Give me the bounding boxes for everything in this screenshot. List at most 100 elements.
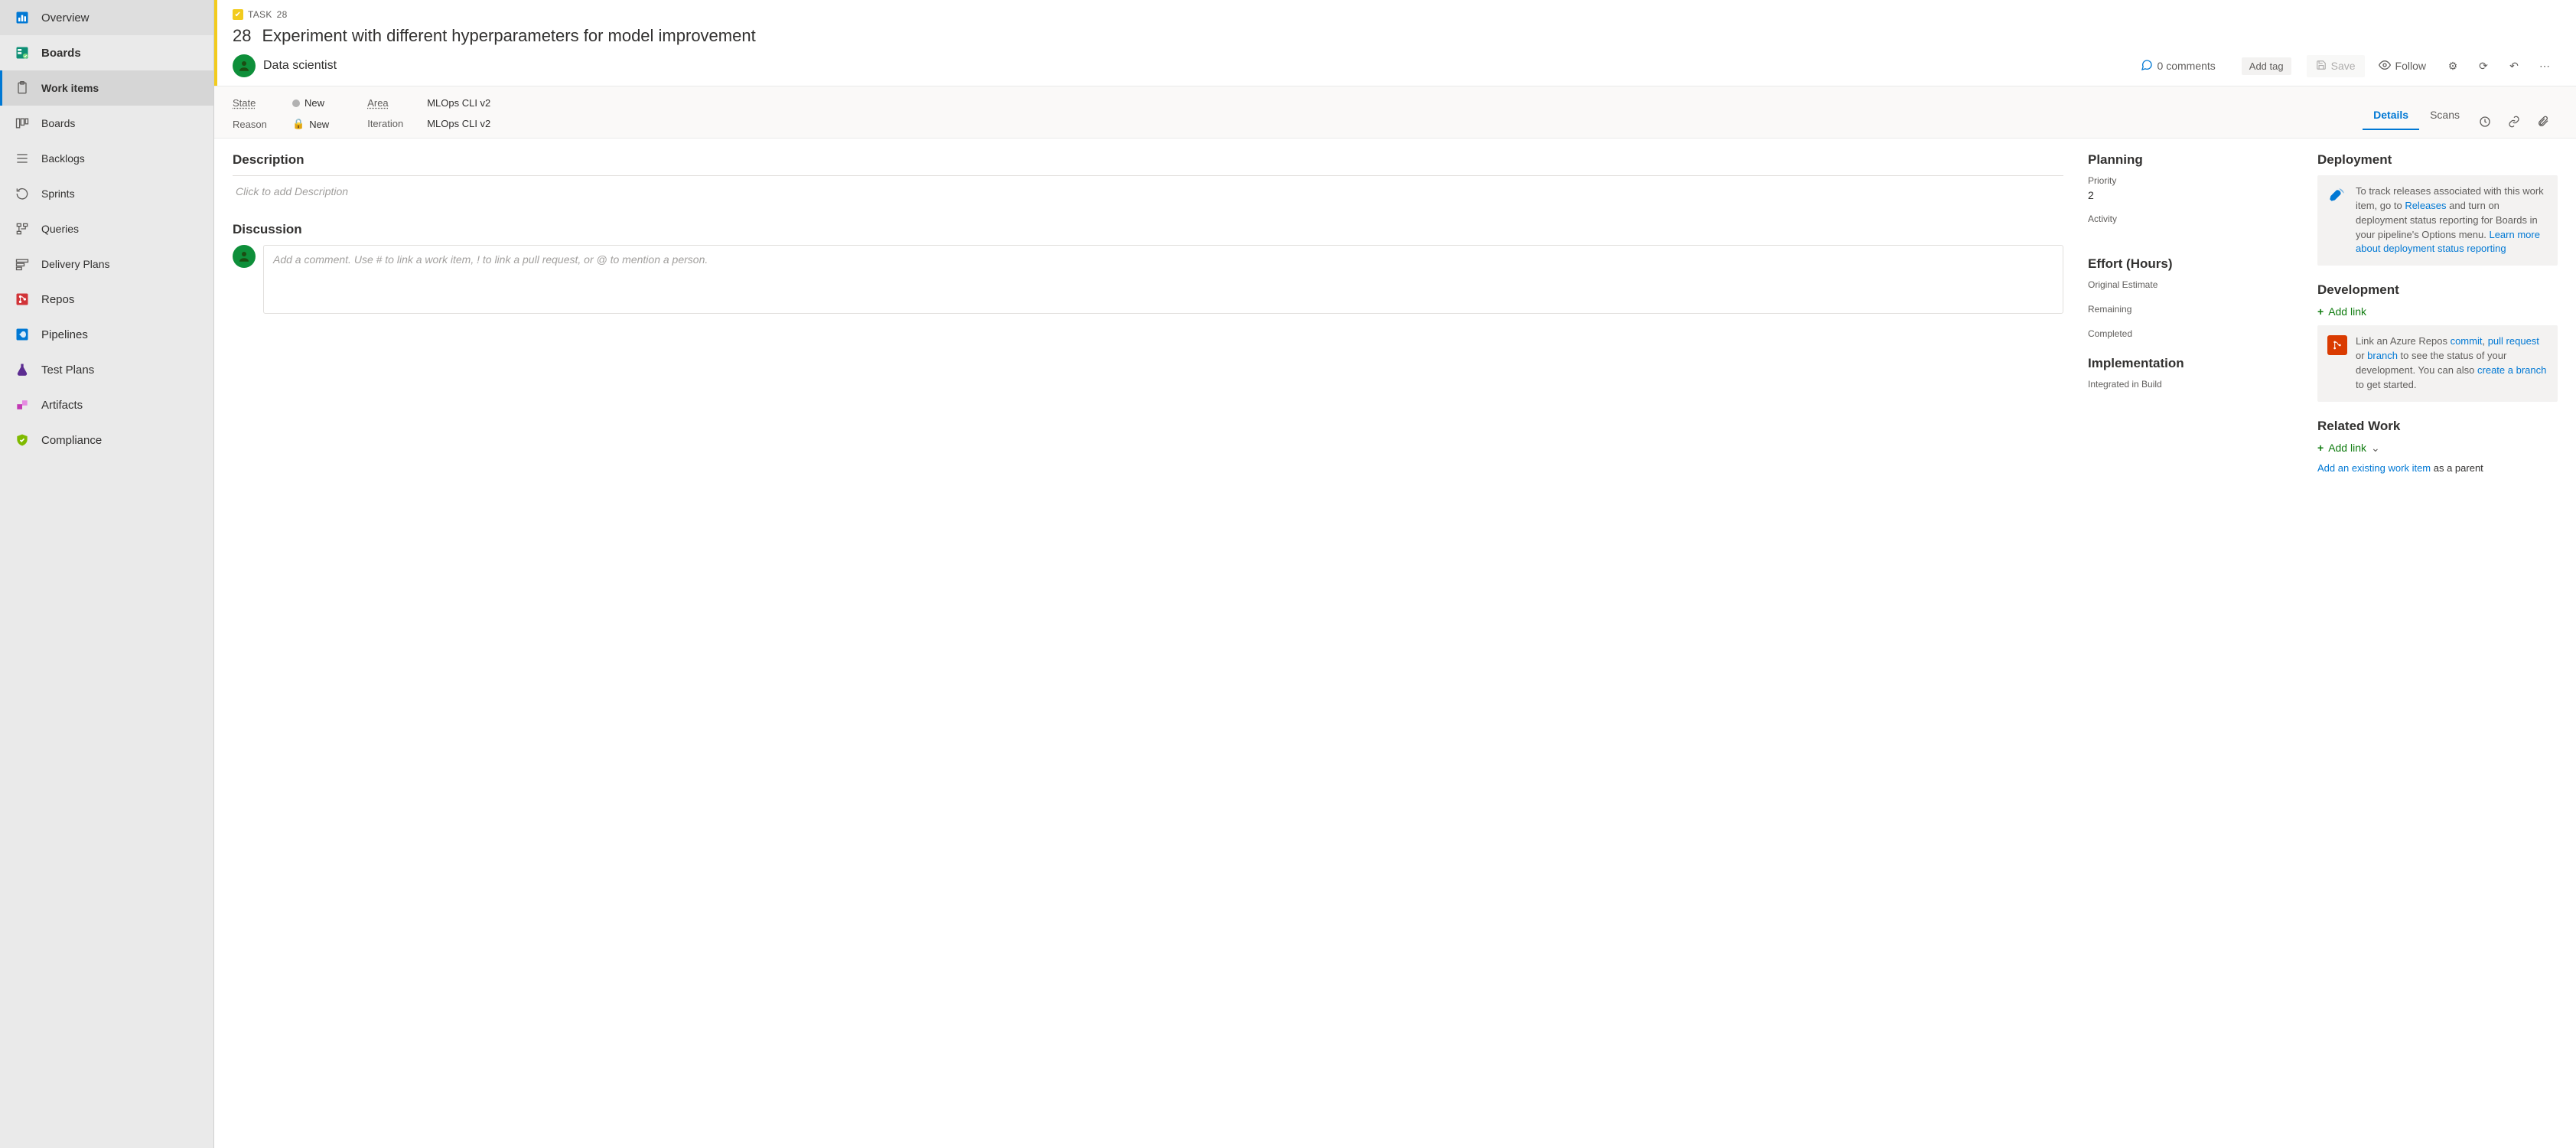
tab-scans[interactable]: Scans	[2419, 101, 2470, 130]
attachment-icon	[2537, 116, 2549, 130]
task-type-label: TASK	[248, 9, 272, 20]
ellipsis-icon: ⋯	[2539, 60, 2550, 73]
iteration-value: MLOps CLI v2	[427, 118, 490, 129]
add-link-label: Add link	[2328, 305, 2366, 318]
integrated-in-build-label[interactable]: Integrated in Build	[2088, 379, 2293, 390]
create-branch-link[interactable]: create a branch	[2477, 364, 2546, 376]
reason-field[interactable]: Reason 🔒 New	[233, 118, 329, 130]
settings-button[interactable]: ⚙	[2440, 54, 2466, 78]
tabs-strip: Details Scans	[2363, 99, 2558, 130]
assignee[interactable]: Data scientist	[233, 54, 337, 77]
nav-backlogs[interactable]: Backlogs	[0, 141, 213, 176]
refresh-button[interactable]: ⟳	[2470, 54, 2496, 78]
nav-sprints[interactable]: Sprints	[0, 176, 213, 211]
nav-pipelines[interactable]: Pipelines	[0, 317, 213, 352]
rocket-icon	[2327, 184, 2348, 206]
deployment-info-box: To track releases associated with this w…	[2317, 175, 2558, 266]
header-actions: Save Follow ⚙ ⟳ ↶ ⋯	[2307, 54, 2558, 78]
nav-boards[interactable]: Boards	[0, 35, 213, 70]
discussion-input[interactable]: Add a comment. Use # to link a work item…	[263, 245, 2063, 314]
commit-link[interactable]: commit	[2451, 335, 2483, 347]
tab-attachments[interactable]	[2529, 116, 2558, 130]
follow-label: Follow	[2395, 60, 2426, 72]
deployment-title: Deployment	[2317, 152, 2558, 168]
nav-boards-child-label: Boards	[41, 117, 75, 129]
nav-artifacts-label: Artifacts	[41, 399, 83, 412]
add-existing-work-item-link[interactable]: Add an existing work item	[2317, 462, 2431, 474]
refresh-icon: ⟳	[2479, 60, 2488, 73]
follow-button[interactable]: Follow	[2369, 54, 2435, 78]
pull-request-link[interactable]: pull request	[2488, 335, 2539, 347]
work-item-panel: ✔ TASK 28 28 Experiment with different h…	[214, 0, 2576, 1148]
overview-icon	[14, 9, 31, 26]
artifacts-icon	[14, 396, 31, 413]
sprints-icon	[14, 185, 31, 202]
comments-count: 0 comments	[2158, 60, 2216, 72]
related-add-link-label: Add link	[2328, 442, 2366, 454]
completed-label[interactable]: Completed	[2088, 328, 2293, 339]
comments-button[interactable]: 0 comments	[2141, 59, 2216, 73]
nav-artifacts[interactable]: Artifacts	[0, 387, 213, 422]
backlogs-icon	[14, 150, 31, 167]
undo-icon: ↶	[2509, 60, 2519, 73]
dev-sep-1: ,	[2482, 335, 2487, 347]
info-row: Data scientist 0 comments Add tag Save	[233, 54, 2558, 78]
avatar-icon	[233, 54, 256, 77]
branch-icon	[2327, 334, 2348, 356]
nav-compliance[interactable]: Compliance	[0, 422, 213, 458]
iteration-field[interactable]: Iteration MLOps CLI v2	[367, 118, 490, 129]
nav-queries[interactable]: Queries	[0, 211, 213, 246]
branch-link[interactable]: branch	[2367, 350, 2398, 361]
tab-details[interactable]: Details	[2363, 101, 2419, 130]
assignee-name: Data scientist	[263, 59, 337, 73]
effort-title: Effort (Hours)	[2088, 256, 2293, 272]
priority-label: Priority	[2088, 175, 2293, 186]
more-actions-button[interactable]: ⋯	[2532, 54, 2558, 78]
nav-delivery-plans[interactable]: Delivery Plans	[0, 246, 213, 282]
state-field[interactable]: State New	[233, 97, 329, 109]
nav-delivery-plans-label: Delivery Plans	[41, 258, 109, 270]
add-tag-button[interactable]: Add tag	[2242, 57, 2291, 75]
save-label: Save	[2331, 60, 2356, 72]
area-field[interactable]: Area MLOps CLI v2	[367, 97, 490, 109]
activity-value[interactable]	[2088, 227, 2293, 240]
delivery-plans-icon	[14, 256, 31, 272]
nav-boards-child[interactable]: Boards	[0, 106, 213, 141]
iteration-label: Iteration	[367, 118, 405, 129]
tab-links[interactable]	[2499, 116, 2529, 130]
plus-icon-2: +	[2317, 442, 2324, 454]
compliance-icon	[14, 432, 31, 448]
repos-icon	[14, 291, 31, 308]
reason-label: Reason	[233, 119, 271, 130]
related-add-link[interactable]: + Add link ⌄	[2317, 442, 2558, 455]
tab-history[interactable]	[2470, 116, 2499, 130]
nav-test-plans[interactable]: Test Plans	[0, 352, 213, 387]
follow-icon	[2379, 59, 2391, 73]
development-info-box: Link an Azure Repos commit, pull request…	[2317, 325, 2558, 401]
area-label: Area	[367, 97, 405, 109]
priority-value[interactable]: 2	[2088, 189, 2293, 201]
lock-icon: 🔒	[292, 118, 304, 130]
nav-boards-label: Boards	[41, 47, 81, 60]
nav-overview[interactable]: Overview	[0, 0, 213, 35]
nav-work-items[interactable]: Work items	[0, 70, 213, 106]
pipelines-icon	[14, 326, 31, 343]
reason-value: New	[309, 119, 329, 130]
save-button[interactable]: Save	[2307, 55, 2365, 77]
remaining-label[interactable]: Remaining	[2088, 304, 2293, 315]
nav-compliance-label: Compliance	[41, 434, 102, 447]
original-estimate-label[interactable]: Original Estimate	[2088, 279, 2293, 290]
link-icon	[2508, 116, 2520, 130]
task-breadcrumb-id: 28	[277, 9, 288, 20]
nav-work-items-label: Work items	[41, 82, 99, 94]
description-input[interactable]: Click to add Description	[233, 175, 2063, 207]
nav-repos[interactable]: Repos	[0, 282, 213, 317]
description-title: Description	[233, 152, 2063, 168]
undo-button[interactable]: ↶	[2501, 54, 2527, 78]
task-title[interactable]: Experiment with different hyperparameter…	[262, 26, 755, 46]
nav-repos-label: Repos	[41, 293, 74, 306]
development-add-link[interactable]: + Add link	[2317, 305, 2558, 318]
releases-link[interactable]: Releases	[2405, 200, 2446, 211]
history-icon	[2479, 116, 2491, 130]
state-dot-icon	[292, 99, 300, 107]
